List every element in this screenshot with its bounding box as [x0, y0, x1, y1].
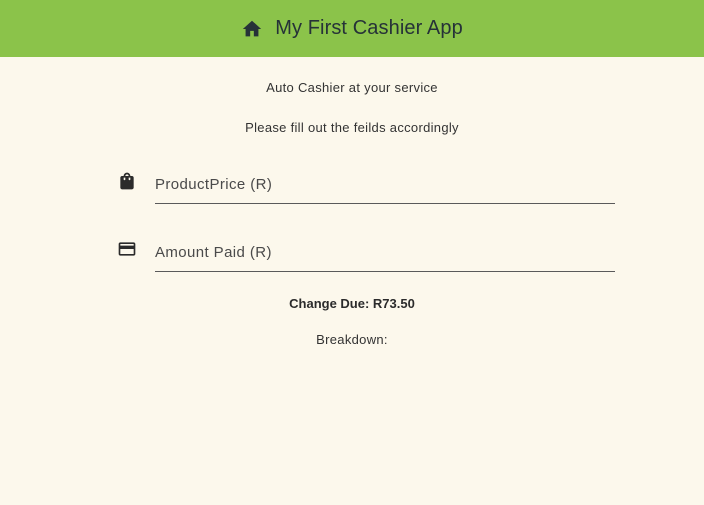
credit-card-icon [117, 239, 137, 259]
home-icon[interactable] [241, 18, 263, 40]
shopping-bag-icon [117, 171, 137, 191]
amount-paid-field [117, 233, 615, 273]
app-bar: My First Cashier App [0, 0, 704, 57]
amount-paid-input[interactable] [155, 233, 615, 272]
product-price-input[interactable] [155, 165, 615, 204]
subtitle-text: Auto Cashier at your service [266, 80, 438, 95]
product-price-field [117, 165, 615, 205]
instructions-text: Please fill out the feilds accordingly [245, 120, 459, 135]
change-due-text: Change Due: R73.50 [289, 296, 415, 311]
app-title: My First Cashier App [275, 17, 463, 39]
breakdown-label: Breakdown: [316, 332, 388, 347]
